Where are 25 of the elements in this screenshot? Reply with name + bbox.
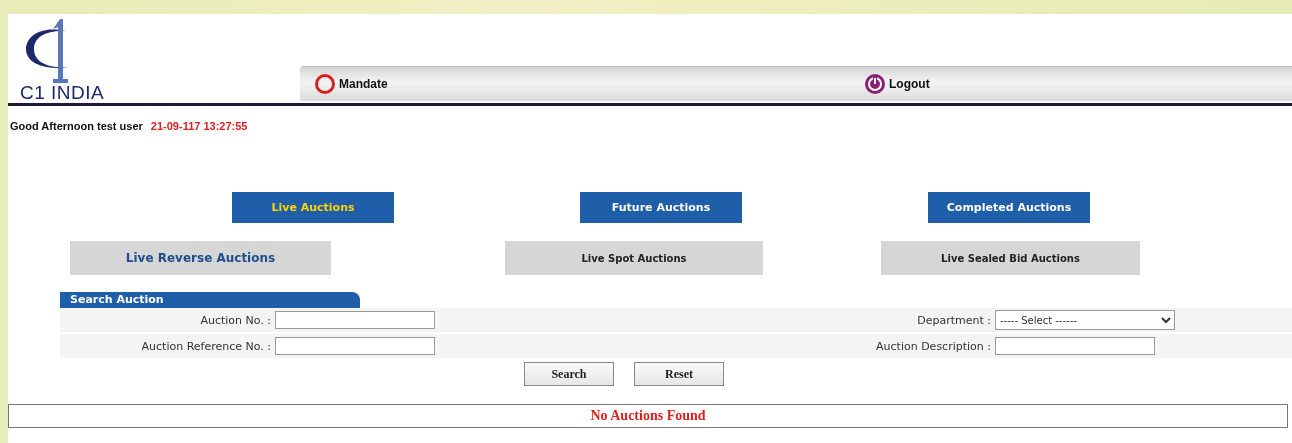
text-field[interactable] [275,311,435,329]
auction-type-button[interactable]: Live Reverse Auctions [70,241,331,275]
auction-tab[interactable]: Future Auctions [580,192,742,223]
nav-link[interactable]: Logout [850,73,1164,95]
power-icon [864,73,886,95]
no-results-message: No Auctions Found [590,408,706,424]
search-panel-title: Search Auction [60,292,360,308]
department-select[interactable]: ----- Select ------ [995,310,1175,330]
reset-button[interactable]: Reset [634,362,724,386]
text-field[interactable] [275,337,435,355]
text-field[interactable] [995,337,1155,355]
field-label: Department : [917,313,992,327]
auction-tab[interactable]: Completed Auctions [928,192,1090,223]
greeting-text: Good Afternoon test user [10,120,143,132]
auction-type-button[interactable]: Live Sealed Bid Auctions [881,241,1140,275]
logo-text: C1 INDIA [20,83,105,103]
nav-link[interactable]: Mandate [300,73,850,95]
field-label: Auction Reference No. : [141,339,272,353]
auction-type-button[interactable]: Live Spot Auctions [505,241,763,275]
search-button[interactable]: Search [524,362,614,386]
field-label: Auction No. : [200,313,272,327]
field-label: Auction Description : [876,339,992,353]
date-time: 21-09-117 13:27:55 [150,120,248,132]
auction-tab[interactable]: Live Auctions [232,192,394,223]
ring-icon [314,73,336,95]
